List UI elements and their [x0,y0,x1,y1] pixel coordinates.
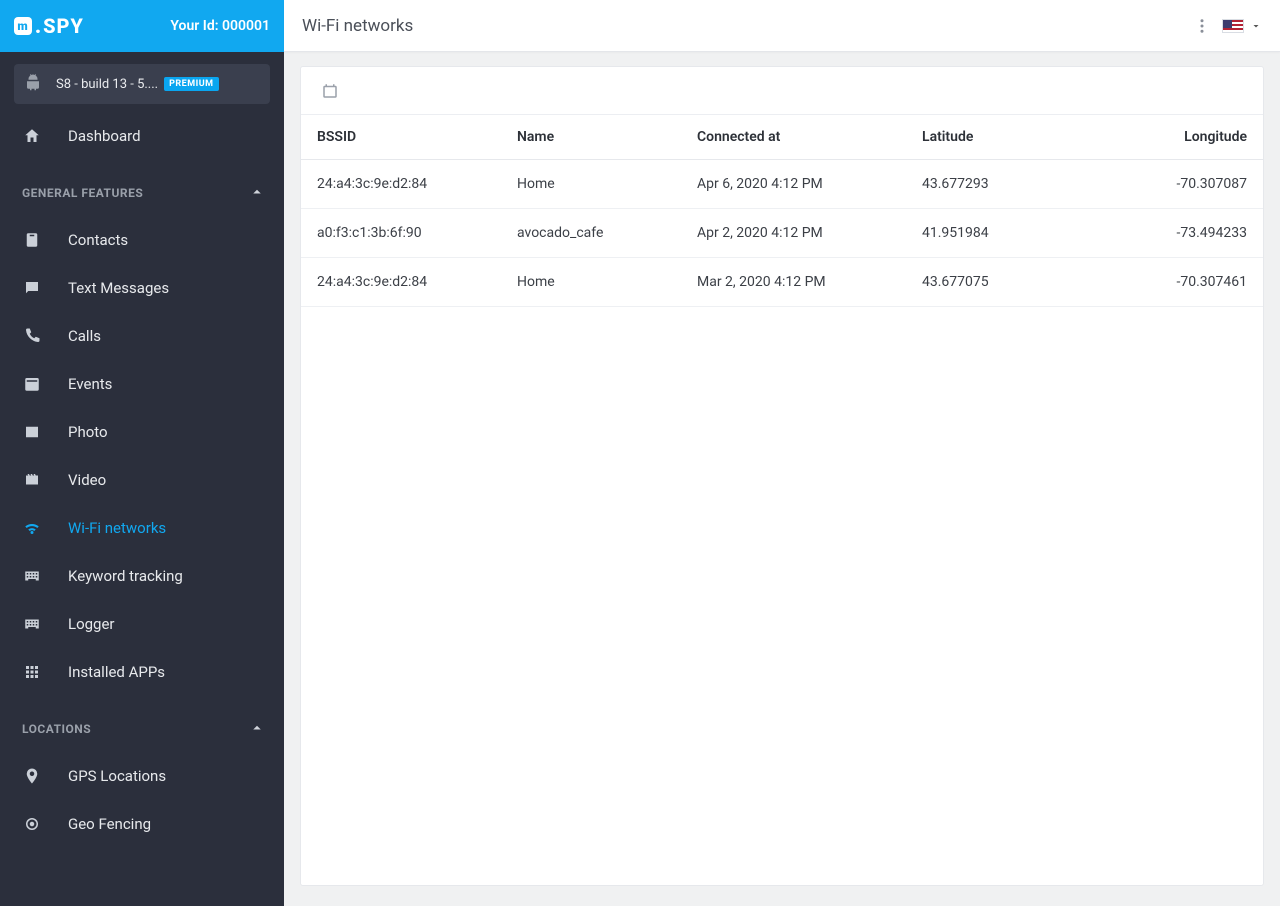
panel-toolbar [301,67,1263,115]
cell-longitude: -70.307461 [1136,258,1263,307]
chevron-up-icon [248,719,266,740]
sidebar-item-dashboard[interactable]: Dashboard [0,112,284,160]
image-icon [20,423,44,441]
cell-longitude: -70.307087 [1136,160,1263,209]
brand-dot-icon: . [35,14,42,38]
sidebar-item-geo-fencing[interactable]: Geo Fencing [0,800,284,848]
brand-logo: m . SPY [14,14,84,38]
home-icon [20,127,44,145]
sidebar-item-label: Video [68,471,106,489]
sidebar-item-calls[interactable]: Calls [0,312,284,360]
sidebar-item-label: Contacts [68,231,128,249]
sidebar-item-events[interactable]: Events [0,360,284,408]
sidebar-item-label: Wi-Fi networks [68,519,166,537]
sidebar-item-text-messages[interactable]: Text Messages [0,264,284,312]
device-selector[interactable]: S8 - build 13 - 5.... PREMIUM [14,64,270,104]
sidebar-item-contacts[interactable]: Contacts [0,216,284,264]
sidebar-item-label: Events [68,375,112,393]
more-vert-icon [1193,17,1211,35]
keyboard-icon [20,567,44,585]
sidebar-item-wifi-networks[interactable]: Wi-Fi networks [0,504,284,552]
brand-mark-icon: m [14,17,32,35]
cell-longitude: -73.494233 [1136,209,1263,258]
premium-badge: PREMIUM [164,77,218,91]
sidebar-topbar: m . SPY Your Id: 000001 [0,0,284,52]
sidebar-section-locations[interactable]: LOCATIONS [0,706,284,752]
sidebar-item-label: Keyword tracking [68,567,183,585]
table-row[interactable]: a0:f3:c1:3b:6f:90avocado_cafeApr 2, 2020… [301,209,1263,258]
cell-bssid: a0:f3:c1:3b:6f:90 [301,209,501,258]
grid-icon [20,663,44,681]
sidebar-section-label: GENERAL FEATURES [22,186,143,200]
calendar-icon [20,375,44,393]
phone-icon [20,327,44,345]
sidebar-item-installed-apps[interactable]: Installed APPs [0,648,284,696]
cell-name: Home [501,258,681,307]
table-header-row: BSSID Name Connected at Latitude Longitu… [301,115,1263,160]
sidebar-item-gps-locations[interactable]: GPS Locations [0,752,284,800]
topbar: Wi-Fi networks [284,0,1280,52]
page-title: Wi-Fi networks [302,16,413,36]
pin-icon [20,767,44,785]
cell-name: avocado_cafe [501,209,681,258]
cell-bssid: 24:a4:3c:9e:d2:84 [301,258,501,307]
android-icon [24,73,42,95]
cell-latitude: 43.677293 [906,160,1136,209]
cell-connected: Apr 2, 2020 4:12 PM [681,209,906,258]
sidebar-item-logger[interactable]: Logger [0,600,284,648]
sidebar-section-general[interactable]: GENERAL FEATURES [0,170,284,216]
sidebar-section-label: LOCATIONS [22,722,91,736]
table-row[interactable]: 24:a4:3c:9e:d2:84HomeApr 6, 2020 4:12 PM… [301,160,1263,209]
cell-name: Home [501,160,681,209]
more-menu-button[interactable] [1188,12,1216,40]
cell-bssid: 24:a4:3c:9e:d2:84 [301,160,501,209]
wifi-table: BSSID Name Connected at Latitude Longitu… [301,115,1263,307]
sidebar-item-keyword-tracking[interactable]: Keyword tracking [0,552,284,600]
cell-latitude: 43.677075 [906,258,1136,307]
calendar-icon [321,82,339,100]
video-icon [20,471,44,489]
sidebar-item-photo[interactable]: Photo [0,408,284,456]
target-icon [20,815,44,833]
chevron-up-icon [248,183,266,204]
sidebar-item-video[interactable]: Video [0,456,284,504]
sidebar-item-label: Dashboard [68,127,141,145]
content: BSSID Name Connected at Latitude Longitu… [284,52,1280,906]
sidebar-item-label: Calls [68,327,101,345]
sidebar-nav: Dashboard GENERAL FEATURES Contacts Text… [0,112,284,906]
col-longitude[interactable]: Longitude [1136,115,1263,160]
sidebar-item-label: Photo [68,423,108,441]
device-name: S8 - build 13 - 5.... [56,77,158,92]
sidebar: m . SPY Your Id: 000001 S8 - build 13 - … [0,0,284,906]
sidebar-item-label: GPS Locations [68,767,166,785]
cell-connected: Apr 6, 2020 4:12 PM [681,160,906,209]
wifi-panel: BSSID Name Connected at Latitude Longitu… [300,66,1264,886]
sidebar-item-label: Text Messages [68,279,169,297]
col-name[interactable]: Name [501,115,681,160]
cell-latitude: 41.951984 [906,209,1136,258]
date-filter-button[interactable] [317,78,343,104]
chat-icon [20,279,44,297]
col-connected[interactable]: Connected at [681,115,906,160]
caret-down-icon [1250,20,1262,32]
table-row[interactable]: 24:a4:3c:9e:d2:84HomeMar 2, 2020 4:12 PM… [301,258,1263,307]
main-area: Wi-Fi networks [284,0,1280,906]
us-flag-icon [1222,19,1244,33]
user-id-label: Your Id: 000001 [170,18,270,34]
keyboard-icon [20,615,44,633]
col-bssid[interactable]: BSSID [301,115,501,160]
clipboard-icon [20,231,44,249]
brand-name: SPY [43,14,84,38]
wifi-icon [20,519,44,537]
cell-connected: Mar 2, 2020 4:12 PM [681,258,906,307]
sidebar-item-label: Geo Fencing [68,815,151,833]
col-latitude[interactable]: Latitude [906,115,1136,160]
sidebar-item-label: Logger [68,615,115,633]
language-selector[interactable] [1222,19,1262,33]
sidebar-item-label: Installed APPs [68,663,165,681]
